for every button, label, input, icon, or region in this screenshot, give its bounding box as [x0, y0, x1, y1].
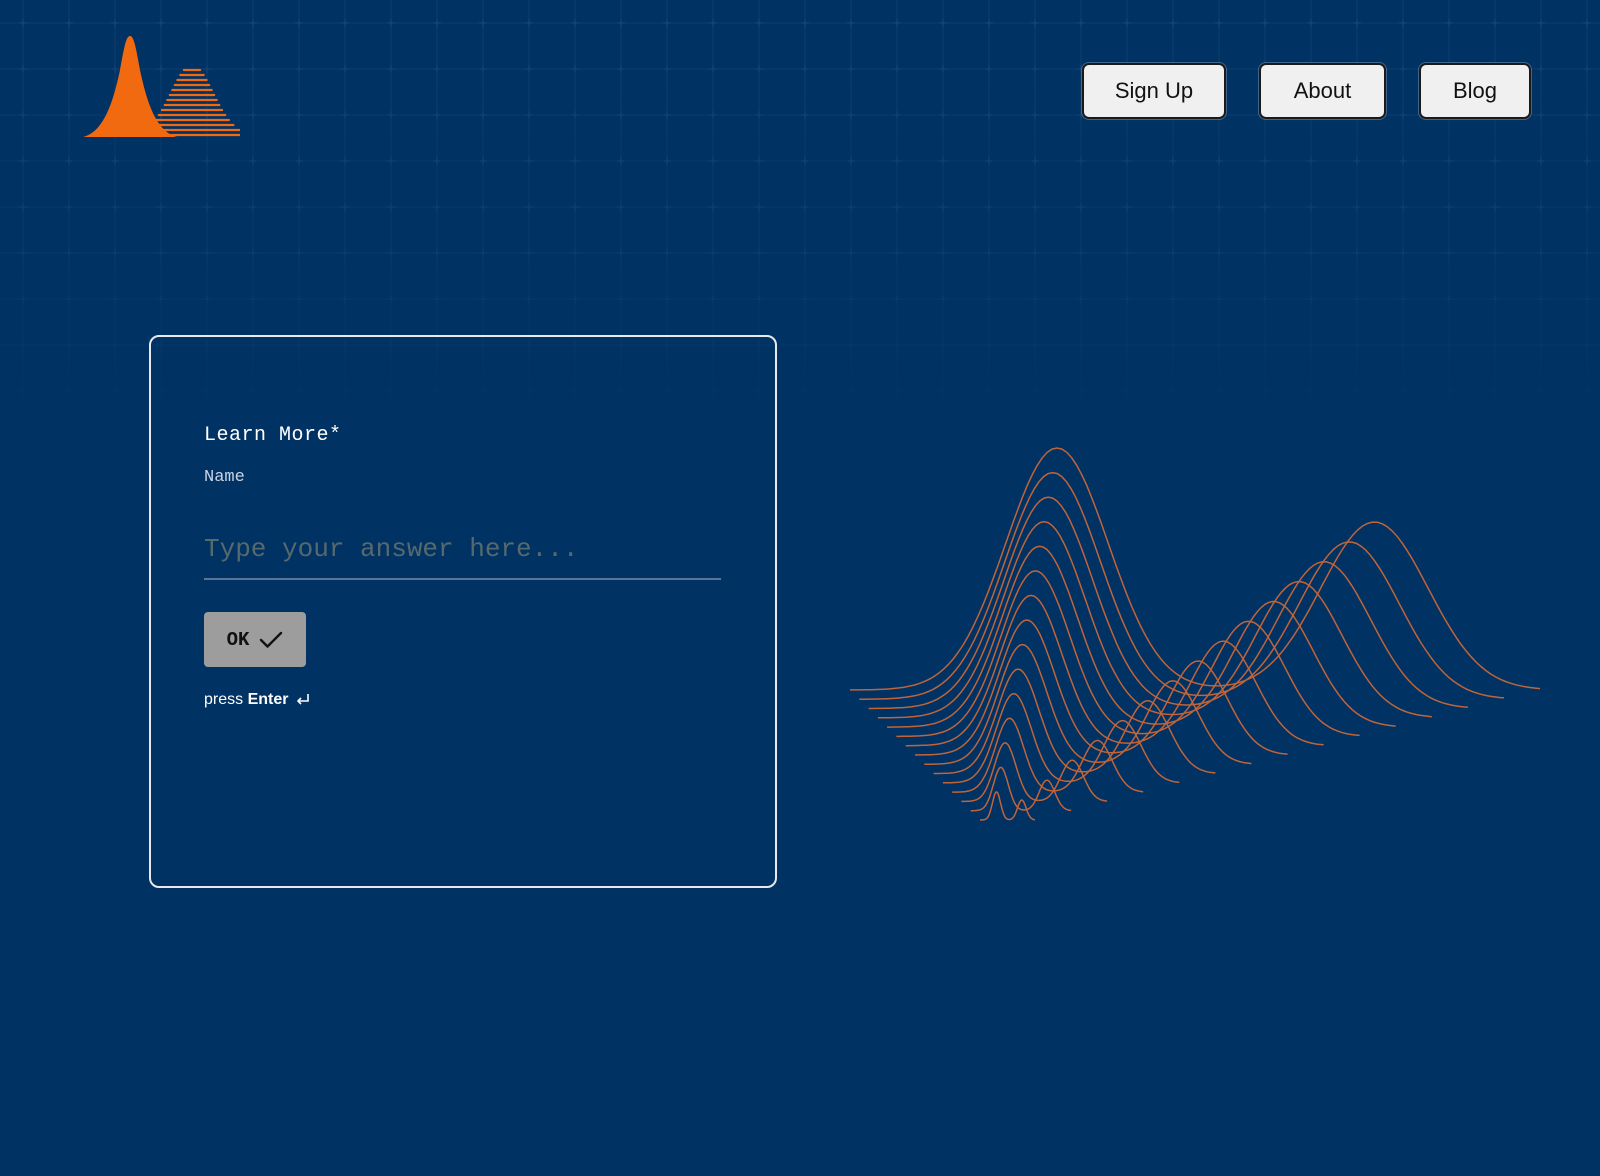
bell-curve-logo[interactable] [80, 30, 252, 142]
hint-key: Enter [247, 691, 289, 708]
wave-line [980, 791, 1035, 821]
question-title: Learn More* [204, 424, 342, 447]
wave-line [905, 594, 1324, 747]
blog-button[interactable]: Blog [1419, 63, 1531, 119]
wave-line [868, 496, 1468, 710]
wave-line [877, 520, 1432, 719]
logo-icon [83, 36, 252, 137]
sign-up-button[interactable]: Sign Up [1082, 63, 1226, 119]
wave-lines-graphic [850, 447, 1541, 821]
about-button[interactable]: About [1259, 63, 1386, 119]
answer-input[interactable] [204, 528, 721, 580]
checkmark-icon [260, 631, 283, 648]
ok-button-label: OK [226, 628, 250, 651]
enter-key-icon [297, 694, 310, 705]
hint-prefix: press [204, 691, 248, 708]
wave-line [859, 471, 1504, 700]
question-subtitle: Name [204, 468, 245, 487]
wave-line [850, 447, 1541, 691]
ok-button[interactable]: OK [204, 612, 306, 667]
wave-line [887, 545, 1396, 728]
enter-hint: press Enter [204, 691, 311, 709]
